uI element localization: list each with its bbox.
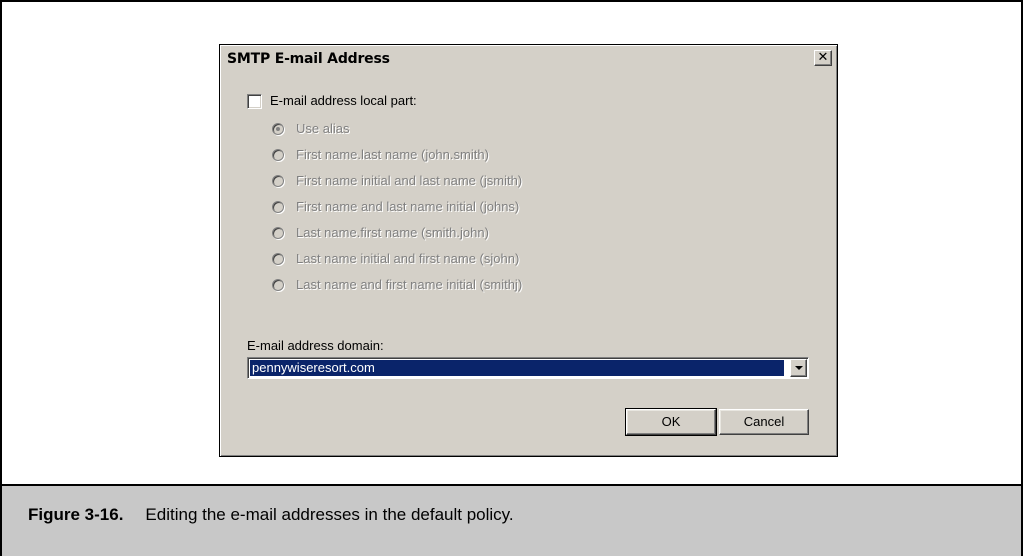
close-button[interactable]: ✕ (814, 50, 832, 66)
radio-button[interactable] (272, 227, 284, 239)
domain-dropdown-button[interactable] (790, 359, 807, 377)
radio-button[interactable] (272, 253, 284, 265)
option-label: Last name.first name (smith.john) (296, 225, 489, 240)
ok-button[interactable]: OK (625, 408, 717, 436)
dialog-titlebar[interactable]: SMTP E-mail Address ✕ (223, 48, 834, 70)
domain-label: E-mail address domain: (247, 338, 384, 353)
radio-button[interactable] (272, 149, 284, 161)
close-icon: ✕ (817, 50, 829, 65)
radio-button[interactable] (272, 175, 284, 187)
figure-caption: Figure 3-16. Editing the e-mail addresses… (28, 505, 514, 525)
chevron-down-icon (795, 366, 803, 370)
domain-value[interactable]: pennywiseresort.com (250, 360, 784, 376)
local-part-checkbox[interactable] (247, 94, 262, 109)
cancel-button[interactable]: Cancel (719, 409, 809, 435)
domain-select[interactable]: pennywiseresort.com (247, 357, 809, 379)
option-label: Last name and first name initial (smithj… (296, 277, 523, 292)
option-label: First name initial and last name (jsmith… (296, 173, 523, 188)
smtp-address-dialog: SMTP E-mail Address ✕ E-mail address loc… (219, 44, 838, 457)
local-part-label: E-mail address local part: (270, 93, 417, 108)
dialog-title: SMTP E-mail Address (227, 51, 390, 67)
option-label: First name and last name initial (johns) (296, 199, 520, 214)
radio-button[interactable] (272, 123, 284, 135)
option-label: First name.last name (john.smith) (296, 147, 489, 162)
figure-frame: SMTP E-mail Address ✕ E-mail address loc… (0, 0, 1023, 556)
figure-caption-text: Editing the e-mail addresses in the defa… (145, 505, 514, 524)
radio-button[interactable] (272, 201, 284, 213)
figure-number: Figure 3-16. (28, 505, 124, 524)
option-label: Use alias (296, 121, 350, 136)
radio-button[interactable] (272, 279, 284, 291)
figure-caption-band: Figure 3-16. Editing the e-mail addresses… (2, 484, 1021, 556)
option-label: Last name initial and first name (sjohn) (296, 251, 520, 266)
